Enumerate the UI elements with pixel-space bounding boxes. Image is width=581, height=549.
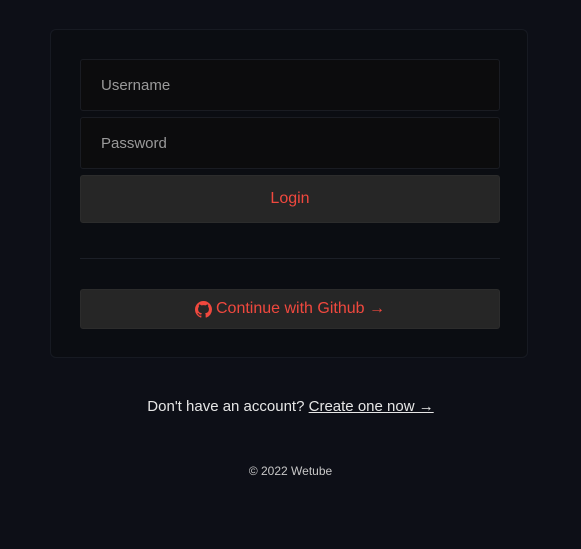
password-input[interactable] [80,117,500,169]
login-button[interactable]: Login [80,175,500,223]
github-icon [195,300,212,318]
github-button-label: Continue with Github → [216,300,385,317]
signup-prompt-text: Don't have an account? [147,398,305,415]
username-input[interactable] [80,59,500,111]
signup-prompt: Don't have an account? Create one now → [0,398,581,415]
footer-copyright: © 2022 Wetube [248,464,333,478]
divider [80,258,500,259]
github-login-button[interactable]: Continue with Github → [80,289,500,329]
login-button-label: Login [270,190,310,207]
create-account-link[interactable]: Create one now → [309,398,434,415]
